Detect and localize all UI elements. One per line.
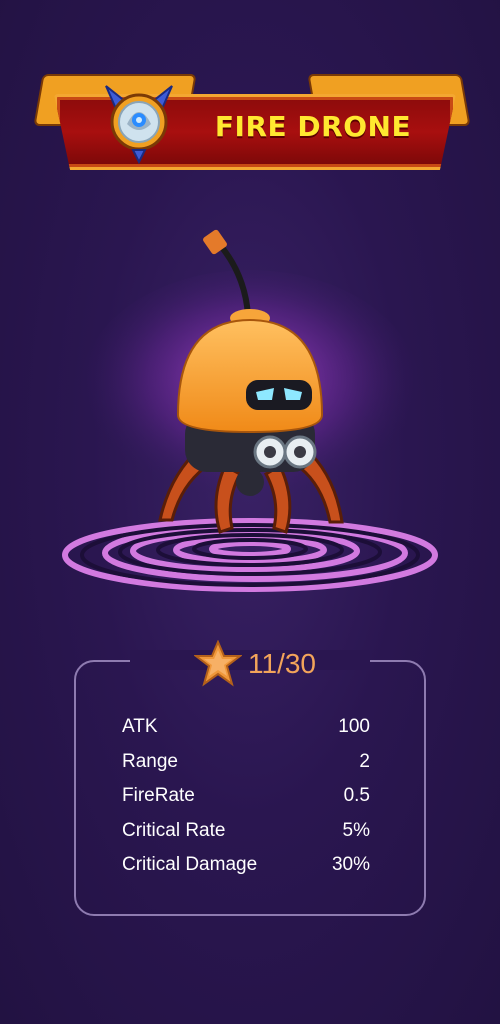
stat-label: Critical Damage xyxy=(122,854,258,875)
fire-drone-illustration xyxy=(62,229,438,592)
stat-label: Range xyxy=(122,750,178,772)
stat-row-atk: ATK 100 xyxy=(122,710,372,745)
level-indicator: 11/30 xyxy=(194,638,316,690)
stat-row-critical-damage: Critical Damage 30% xyxy=(122,848,372,883)
stat-row-firerate: FireRate 0.5 xyxy=(122,779,372,814)
stats-list: ATK 100 Range 2 FireRate 0.5 Critical Ra… xyxy=(122,710,372,883)
star-icon xyxy=(194,640,242,687)
stat-value: 100 xyxy=(338,716,370,737)
level-text: 11/30 xyxy=(248,648,316,679)
stat-value: 0.5 xyxy=(343,785,370,806)
page-title: FIRE DRONE xyxy=(214,110,412,143)
stat-row-critical-rate: Critical Rate 5% xyxy=(122,814,372,849)
stat-value: 30% xyxy=(331,854,370,875)
stat-label: FireRate xyxy=(122,785,195,806)
stat-label: ATK xyxy=(122,716,158,737)
stat-row-range: Range 2 xyxy=(122,745,372,780)
stat-value: 5% xyxy=(342,819,370,841)
header-banner: FIRE DRONE xyxy=(33,74,471,170)
stat-label: Critical Rate xyxy=(122,819,226,841)
stat-value: 2 xyxy=(359,750,370,772)
drone-type-badge-icon xyxy=(105,85,173,165)
